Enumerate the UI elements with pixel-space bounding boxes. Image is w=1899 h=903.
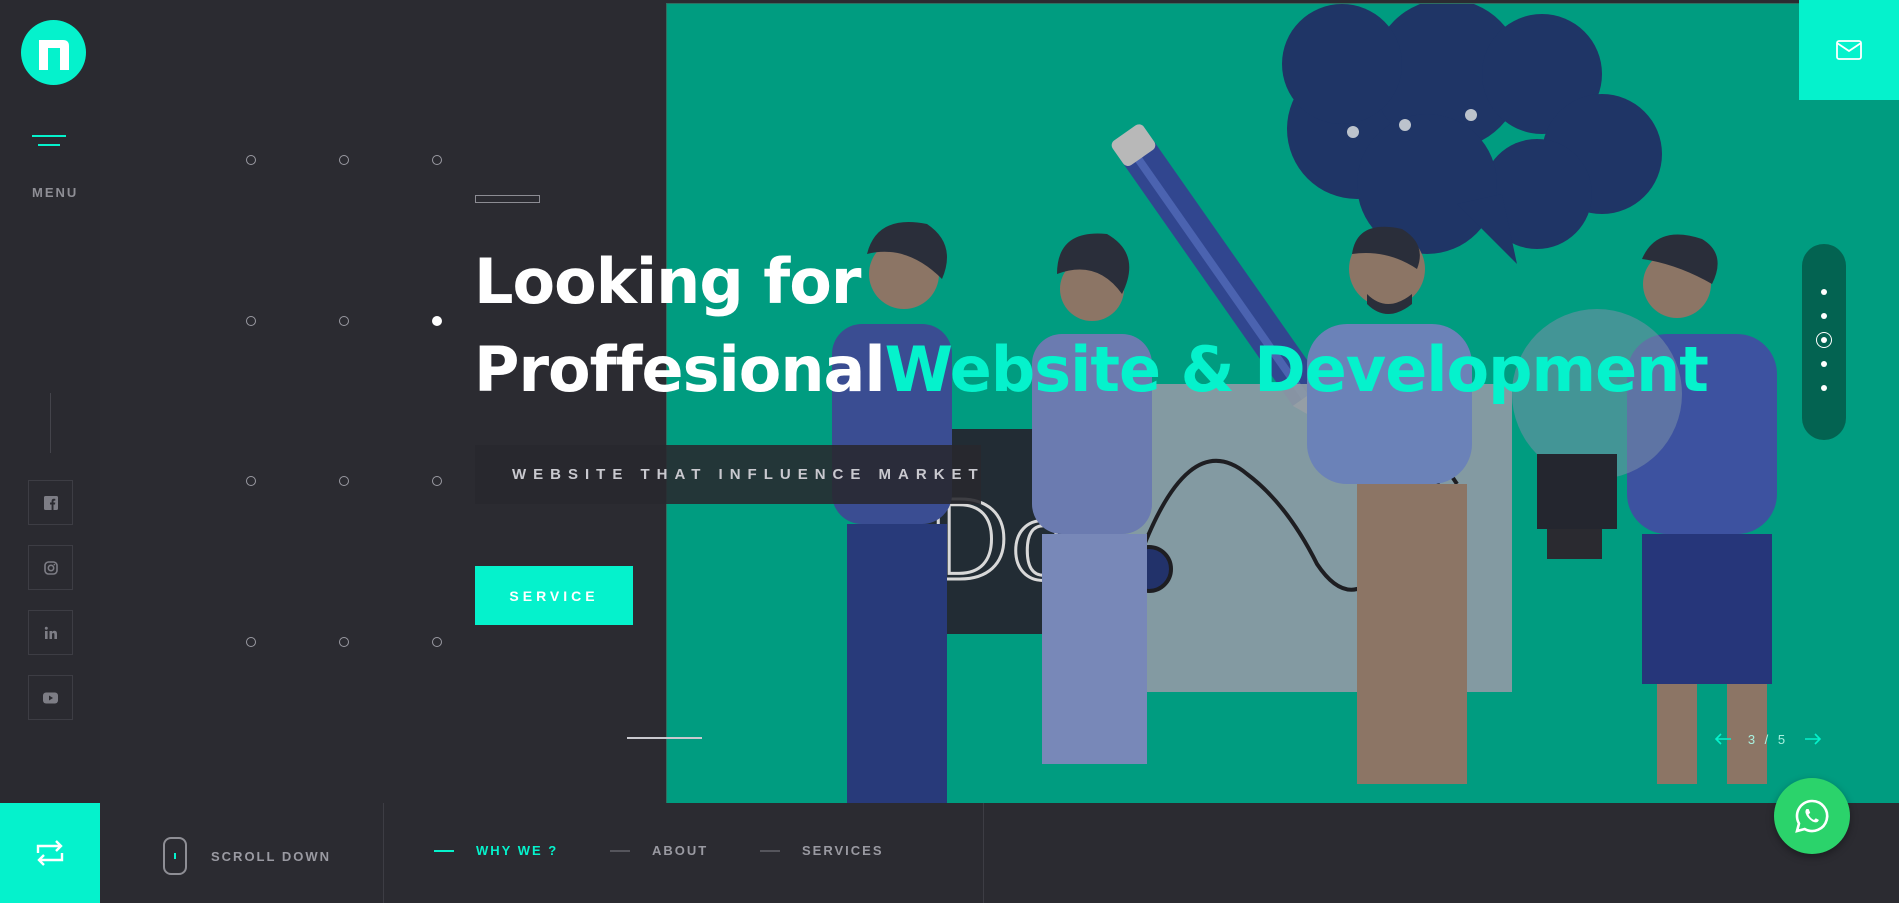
divider bbox=[50, 393, 51, 453]
menu-line bbox=[38, 144, 60, 146]
whatsapp-icon bbox=[1795, 799, 1829, 833]
headline-accent: Website & Development bbox=[884, 333, 1709, 406]
nav-label: ABOUT bbox=[652, 843, 709, 858]
grid-dot bbox=[246, 476, 256, 486]
slide-counter-text: 3 / 5 bbox=[1747, 731, 1789, 747]
instagram-icon bbox=[43, 560, 58, 575]
youtube-icon bbox=[43, 692, 58, 703]
slide-dot-active[interactable] bbox=[1816, 332, 1832, 348]
scroll-down-label: SCROLL DOWN bbox=[211, 848, 331, 864]
logo[interactable] bbox=[21, 20, 86, 85]
mail-icon bbox=[1836, 40, 1862, 60]
repeat-icon bbox=[36, 840, 64, 866]
grid-dot bbox=[339, 316, 349, 326]
grid-dot bbox=[432, 316, 442, 326]
nav-about[interactable]: ABOUT bbox=[610, 843, 708, 858]
menu-line bbox=[32, 135, 66, 137]
grid-dot bbox=[339, 637, 349, 647]
hero-headline: Looking for ProffesionalWebsite & Develo… bbox=[474, 238, 1709, 414]
mail-button[interactable] bbox=[1799, 0, 1899, 100]
linkedin-link[interactable] bbox=[28, 610, 73, 655]
arrow-right-icon[interactable] bbox=[1803, 731, 1823, 747]
instagram-link[interactable] bbox=[28, 545, 73, 590]
menu-button[interactable] bbox=[30, 133, 70, 153]
grid-dot bbox=[246, 316, 256, 326]
slide-dot[interactable] bbox=[1821, 361, 1827, 367]
linkedin-icon bbox=[44, 626, 57, 639]
divider bbox=[383, 803, 384, 903]
grid-dot bbox=[246, 637, 256, 647]
nav-label: SERVICES bbox=[802, 843, 884, 858]
nav-label: WHY WE ? bbox=[476, 843, 559, 858]
nav-dash bbox=[434, 849, 454, 852]
decor-line bbox=[627, 737, 702, 739]
divider bbox=[983, 803, 984, 903]
mouse-icon bbox=[163, 837, 187, 875]
headline-line-2: ProffesionalWebsite & Development bbox=[474, 326, 1709, 414]
nav-dash bbox=[760, 849, 780, 852]
nav-why-we[interactable]: WHY WE ? bbox=[434, 843, 558, 858]
slide-dot[interactable] bbox=[1821, 313, 1827, 319]
slide-dot[interactable] bbox=[1821, 385, 1827, 391]
grid-dot bbox=[432, 637, 442, 647]
scroll-down[interactable]: SCROLL DOWN bbox=[163, 837, 331, 875]
repeat-button[interactable] bbox=[0, 803, 100, 903]
grid-dot bbox=[432, 476, 442, 486]
nav-dash bbox=[610, 849, 630, 852]
left-sidebar: MENU bbox=[0, 0, 100, 803]
facebook-icon bbox=[43, 495, 58, 510]
grid-dot bbox=[246, 155, 256, 165]
logo-icon bbox=[38, 39, 69, 70]
grid-dot bbox=[339, 155, 349, 165]
nav-services[interactable]: SERVICES bbox=[760, 843, 884, 858]
menu-label: MENU bbox=[32, 185, 79, 200]
headline-main: Proffesional bbox=[474, 333, 886, 406]
headline-line-1: Looking for bbox=[474, 245, 861, 318]
facebook-link[interactable] bbox=[28, 480, 73, 525]
grid-dot bbox=[339, 476, 349, 486]
whatsapp-button[interactable] bbox=[1774, 778, 1850, 854]
slide-counter: 3 / 5 bbox=[1713, 729, 1823, 749]
slide-pagination bbox=[1802, 244, 1846, 440]
bottom-bar: SCROLL DOWN WHY WE ? ABOUT SERVICES bbox=[0, 803, 1899, 903]
hero-tagline: WEBSITE THAT INFLUENCE MARKET bbox=[475, 445, 981, 504]
page: MENU Do! Looking for ProffesionalWebsite… bbox=[0, 0, 1899, 903]
service-button[interactable]: SERVICE bbox=[475, 566, 633, 625]
arrow-left-icon[interactable] bbox=[1713, 731, 1733, 747]
slide-dot[interactable] bbox=[1821, 289, 1827, 295]
hero-decor-bar bbox=[475, 195, 540, 203]
grid-dot bbox=[432, 155, 442, 165]
youtube-link[interactable] bbox=[28, 675, 73, 720]
